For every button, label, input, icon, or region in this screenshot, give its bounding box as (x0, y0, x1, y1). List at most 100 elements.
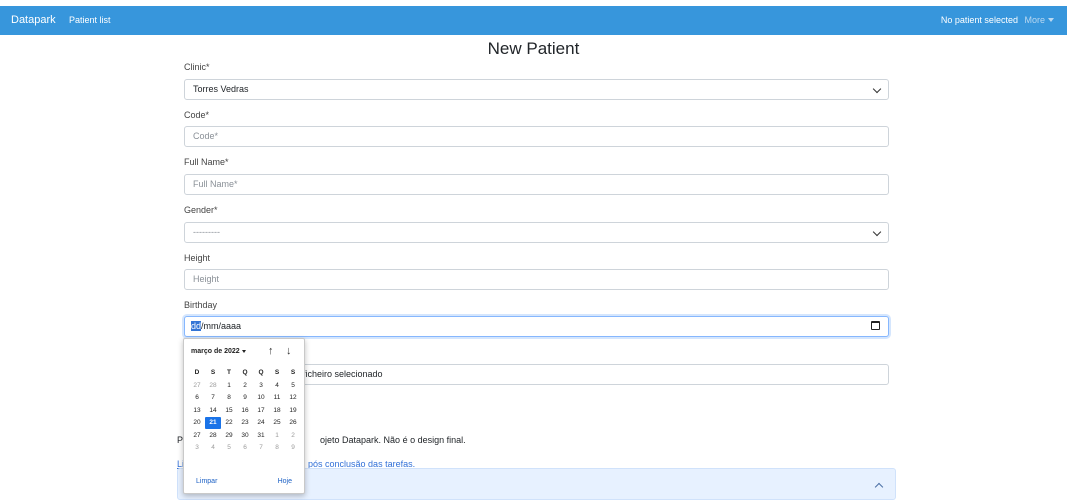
calendar-day[interactable]: 24 (253, 417, 269, 429)
birthday-input[interactable]: dd/mm/aaaa (184, 316, 889, 337)
calendar-day[interactable]: 19 (285, 405, 301, 417)
datepicker-popup: março de 2022 ↑ ↓ D S T Q Q S S 27 28 1 2 3 4… (183, 338, 305, 494)
calendar-day[interactable]: 16 (237, 405, 253, 417)
birthday-day-segment[interactable]: dd (191, 321, 202, 331)
calendar-day[interactable]: 30 (237, 430, 253, 442)
clinic-value: Torres Vedras (193, 84, 249, 94)
clinic-select[interactable]: Torres Vedras (184, 79, 889, 100)
weekday-label: S (274, 369, 280, 377)
height-input[interactable]: Height (184, 269, 889, 290)
calendar-day[interactable]: 11 (269, 392, 285, 404)
full-name-label: Full Name* (184, 157, 229, 167)
full-name-placeholder: Full Name* (193, 179, 238, 189)
dropdown-triangle-icon (241, 349, 246, 353)
chevron-down-icon (872, 84, 882, 94)
weekday-label: Q (258, 369, 264, 377)
calendar-day[interactable]: 23 (237, 417, 253, 429)
calendar-day[interactable]: 28 (205, 380, 221, 392)
calendar-week-row: 20 21 22 23 24 25 26 (189, 417, 301, 430)
calendar-day[interactable]: 15 (221, 405, 237, 417)
caret-down-icon (1048, 17, 1054, 22)
weekday-label: T (227, 369, 231, 377)
chevron-down-icon (872, 227, 882, 237)
today-button[interactable]: Hoje (278, 478, 292, 485)
calendar-day[interactable]: 9 (285, 442, 301, 454)
calendar-day[interactable]: 18 (269, 405, 285, 417)
calendar-week-row: 27 28 29 30 31 1 2 (189, 430, 301, 443)
top-navbar: Datapark Patient list No patient selecte… (0, 6, 1067, 35)
calendar-day[interactable]: 26 (285, 417, 301, 429)
weekday-label: S (210, 369, 216, 377)
calendar-day[interactable]: 29 (221, 430, 237, 442)
code-label: Code* (184, 110, 210, 120)
height-label: Height (184, 253, 211, 263)
month-label: março de 2022 (191, 348, 240, 355)
calendar-day[interactable]: 8 (269, 442, 285, 454)
weekday-label: Q (242, 369, 248, 377)
calendar-day[interactable]: 28 (205, 430, 221, 442)
footer-note-end: ojeto Datapark. Não é o design final. (320, 435, 466, 445)
calendar-day[interactable]: 20 (189, 417, 205, 429)
weekday-header: D S T Q Q S S (189, 367, 301, 380)
calendar-day[interactable]: 1 (269, 430, 285, 442)
calendar-day[interactable]: 14 (205, 405, 221, 417)
calendar-day[interactable]: 6 (189, 392, 205, 404)
calendar-day[interactable]: 1 (221, 380, 237, 392)
birthday-label: Birthday (184, 300, 218, 310)
chevron-up-icon (874, 482, 884, 492)
calendar-day[interactable]: 13 (189, 405, 205, 417)
calendar-day[interactable]: 3 (189, 442, 205, 454)
more-label: More (1024, 15, 1045, 25)
weekday-label: D (194, 369, 200, 377)
calendar-week-row: 6 7 8 9 10 11 12 (189, 392, 301, 405)
calendar-day[interactable]: 8 (221, 392, 237, 404)
calendar-day[interactable]: 7 (253, 442, 269, 454)
calendar-day[interactable]: 27 (189, 430, 205, 442)
calendar-day[interactable]: 4 (205, 442, 221, 454)
calendar-weeks: 27 28 1 2 3 4 5 6 7 8 9 10 11 12 13 14 15 16 17 18 19 20 21 22 2… (189, 380, 301, 455)
calendar-day[interactable]: 12 (285, 392, 301, 404)
calendar-week-row: 27 28 1 2 3 4 5 (189, 380, 301, 393)
full-name-input[interactable]: Full Name* (184, 174, 889, 195)
calendar-day[interactable]: 9 (237, 392, 253, 404)
page-title: New Patient (487, 39, 580, 58)
calendar-day[interactable]: 25 (269, 417, 285, 429)
birthday-rest: /mm/aaaa (201, 321, 242, 331)
gender-label: Gender* (184, 205, 218, 215)
calendar-day[interactable]: 22 (221, 417, 237, 429)
calendar-day[interactable]: 6 (237, 442, 253, 454)
calendar-day[interactable]: 27 (189, 380, 205, 392)
calendar-day[interactable]: 4 (269, 380, 285, 392)
calendar-icon[interactable] (871, 321, 880, 330)
nav-patient-list[interactable]: Patient list (69, 15, 111, 25)
calendar-day[interactable]: 3 (253, 380, 269, 392)
selected-day[interactable]: 21 (205, 417, 221, 430)
calendar-day[interactable]: 2 (285, 430, 301, 442)
gender-select[interactable]: --------- (184, 222, 889, 243)
height-placeholder: Height (193, 274, 220, 284)
more-dropdown[interactable]: More (1024, 15, 1054, 25)
weekday-label: S (290, 369, 296, 377)
calendar-week-row: 3456789 (189, 442, 301, 455)
calendar-day[interactable]: 31 (253, 430, 269, 442)
code-input[interactable]: Code* (184, 126, 889, 147)
calendar-day[interactable]: 5 (221, 442, 237, 454)
patient-status: No patient selected (940, 15, 1018, 25)
next-month-arrow-icon[interactable]: ↓ (286, 345, 292, 357)
calendar-day[interactable]: 17 (253, 405, 269, 417)
calendar-day[interactable]: 10 (253, 392, 269, 404)
month-selector[interactable]: março de 2022 (191, 348, 246, 355)
navbar-right: No patient selected More (941, 15, 1054, 25)
calendar-day[interactable]: 5 (285, 380, 301, 392)
clinic-label: Clinic* (184, 62, 210, 72)
previous-month-arrow-icon[interactable]: ↑ (268, 345, 274, 357)
clear-button[interactable]: Limpar (196, 478, 217, 485)
brand-logo[interactable]: Datapark (11, 14, 56, 26)
calendar-week-row: 13 14 15 16 17 18 19 (189, 405, 301, 418)
calendar-grid: D S T Q Q S S 27 28 1 2 3 4 5 6 7 8 9 10 11 12 13 14 15 1… (189, 367, 301, 455)
file-status: ficheiro selecionado (303, 369, 383, 379)
gender-value: --------- (193, 227, 220, 237)
code-placeholder: Code* (193, 131, 219, 141)
calendar-day[interactable]: 2 (237, 380, 253, 392)
calendar-day[interactable]: 7 (205, 392, 221, 404)
